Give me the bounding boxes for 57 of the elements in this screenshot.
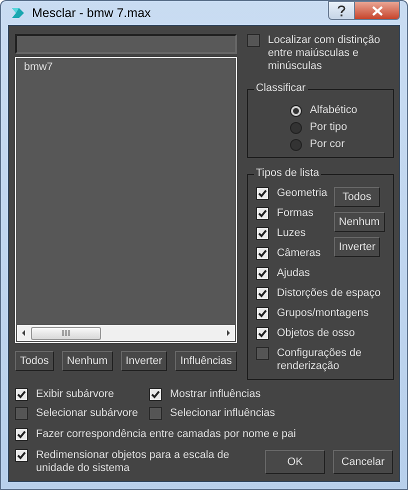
checkbox[interactable] bbox=[256, 347, 269, 360]
list-type-button[interactable]: Todos bbox=[334, 187, 380, 208]
checkbox[interactable] bbox=[15, 449, 28, 462]
checkbox[interactable] bbox=[256, 227, 269, 240]
checkbox-label[interactable]: Luzes bbox=[276, 227, 306, 240]
radio-button[interactable] bbox=[290, 104, 302, 117]
checkbox[interactable] bbox=[256, 207, 269, 220]
radio-button[interactable] bbox=[290, 122, 302, 134]
checkbox[interactable] bbox=[246, 34, 260, 48]
checkbox[interactable] bbox=[256, 267, 269, 280]
checkbox[interactable] bbox=[256, 287, 269, 300]
checkbox-label[interactable]: Objetos de osso bbox=[276, 327, 355, 340]
checkbox[interactable] bbox=[15, 428, 28, 442]
list-type-button[interactable]: Inverter bbox=[334, 237, 380, 258]
search-field[interactable] bbox=[15, 34, 237, 54]
dialog-button[interactable]: OK bbox=[265, 450, 325, 474]
radio-button[interactable] bbox=[290, 138, 302, 151]
checkbox-label[interactable]: Exibir subárvore bbox=[36, 388, 114, 402]
window-title: Mesclar - bmw 7.max bbox=[32, 6, 151, 21]
checkbox[interactable] bbox=[15, 388, 28, 402]
checkbox[interactable] bbox=[149, 407, 162, 420]
list-button[interactable]: Inverter bbox=[120, 351, 168, 372]
checkbox-label[interactable]: Câmeras bbox=[276, 247, 321, 260]
checkbox-label[interactable]: Selecionar influências bbox=[170, 407, 276, 420]
checkbox[interactable] bbox=[15, 407, 28, 420]
checkbox-label[interactable]: Grupos/montagens bbox=[276, 307, 369, 320]
list-item[interactable]: bmw7 bbox=[24, 61, 228, 74]
list-button[interactable]: Todos bbox=[15, 351, 54, 372]
close-icon bbox=[372, 6, 382, 16]
checkbox[interactable] bbox=[256, 307, 269, 320]
checkbox-label[interactable]: Geometria bbox=[276, 187, 328, 200]
list-type-button[interactable]: Nenhum bbox=[334, 212, 385, 232]
checkbox[interactable] bbox=[256, 187, 269, 200]
horizontal-scrollbar[interactable] bbox=[17, 325, 235, 342]
dialog-button[interactable]: Cancelar bbox=[333, 450, 393, 474]
checkbox-label[interactable]: Configurações de renderização bbox=[276, 347, 396, 374]
checkbox-label[interactable]: Selecionar subárvore bbox=[36, 407, 138, 420]
checkbox[interactable] bbox=[256, 327, 269, 340]
checkbox-label[interactable]: Formas bbox=[276, 207, 314, 220]
checkbox-label[interactable]: Ajudas bbox=[276, 267, 310, 280]
checkbox[interactable] bbox=[149, 388, 162, 402]
list-button[interactable]: Nenhum bbox=[62, 351, 113, 372]
list-button[interactable]: Influências bbox=[175, 351, 237, 372]
group-label: Tipos de lista bbox=[254, 167, 322, 180]
radio-label[interactable]: Alfabético bbox=[310, 104, 358, 118]
radio-label[interactable]: Por tipo bbox=[310, 121, 348, 134]
close-button[interactable] bbox=[355, 1, 400, 20]
help-icon bbox=[337, 4, 346, 16]
checkbox-label[interactable]: Distorções de espaço bbox=[276, 287, 381, 300]
checkbox-label[interactable]: Redimensionar objetos para a escala de unidade do sistema bbox=[36, 449, 245, 475]
grip-icon bbox=[62, 330, 70, 336]
radio-label[interactable]: Por cor bbox=[310, 138, 345, 152]
checkbox-label[interactable]: Mostrar influências bbox=[170, 388, 261, 402]
checkbox[interactable] bbox=[256, 247, 269, 260]
help-button[interactable] bbox=[328, 1, 355, 20]
checkbox-label[interactable]: Localizar com distinção entre maiúsculas e minúsculas bbox=[268, 34, 394, 74]
checkbox-label[interactable]: Fazer correspondência entre camadas por nome e pai bbox=[36, 428, 296, 442]
